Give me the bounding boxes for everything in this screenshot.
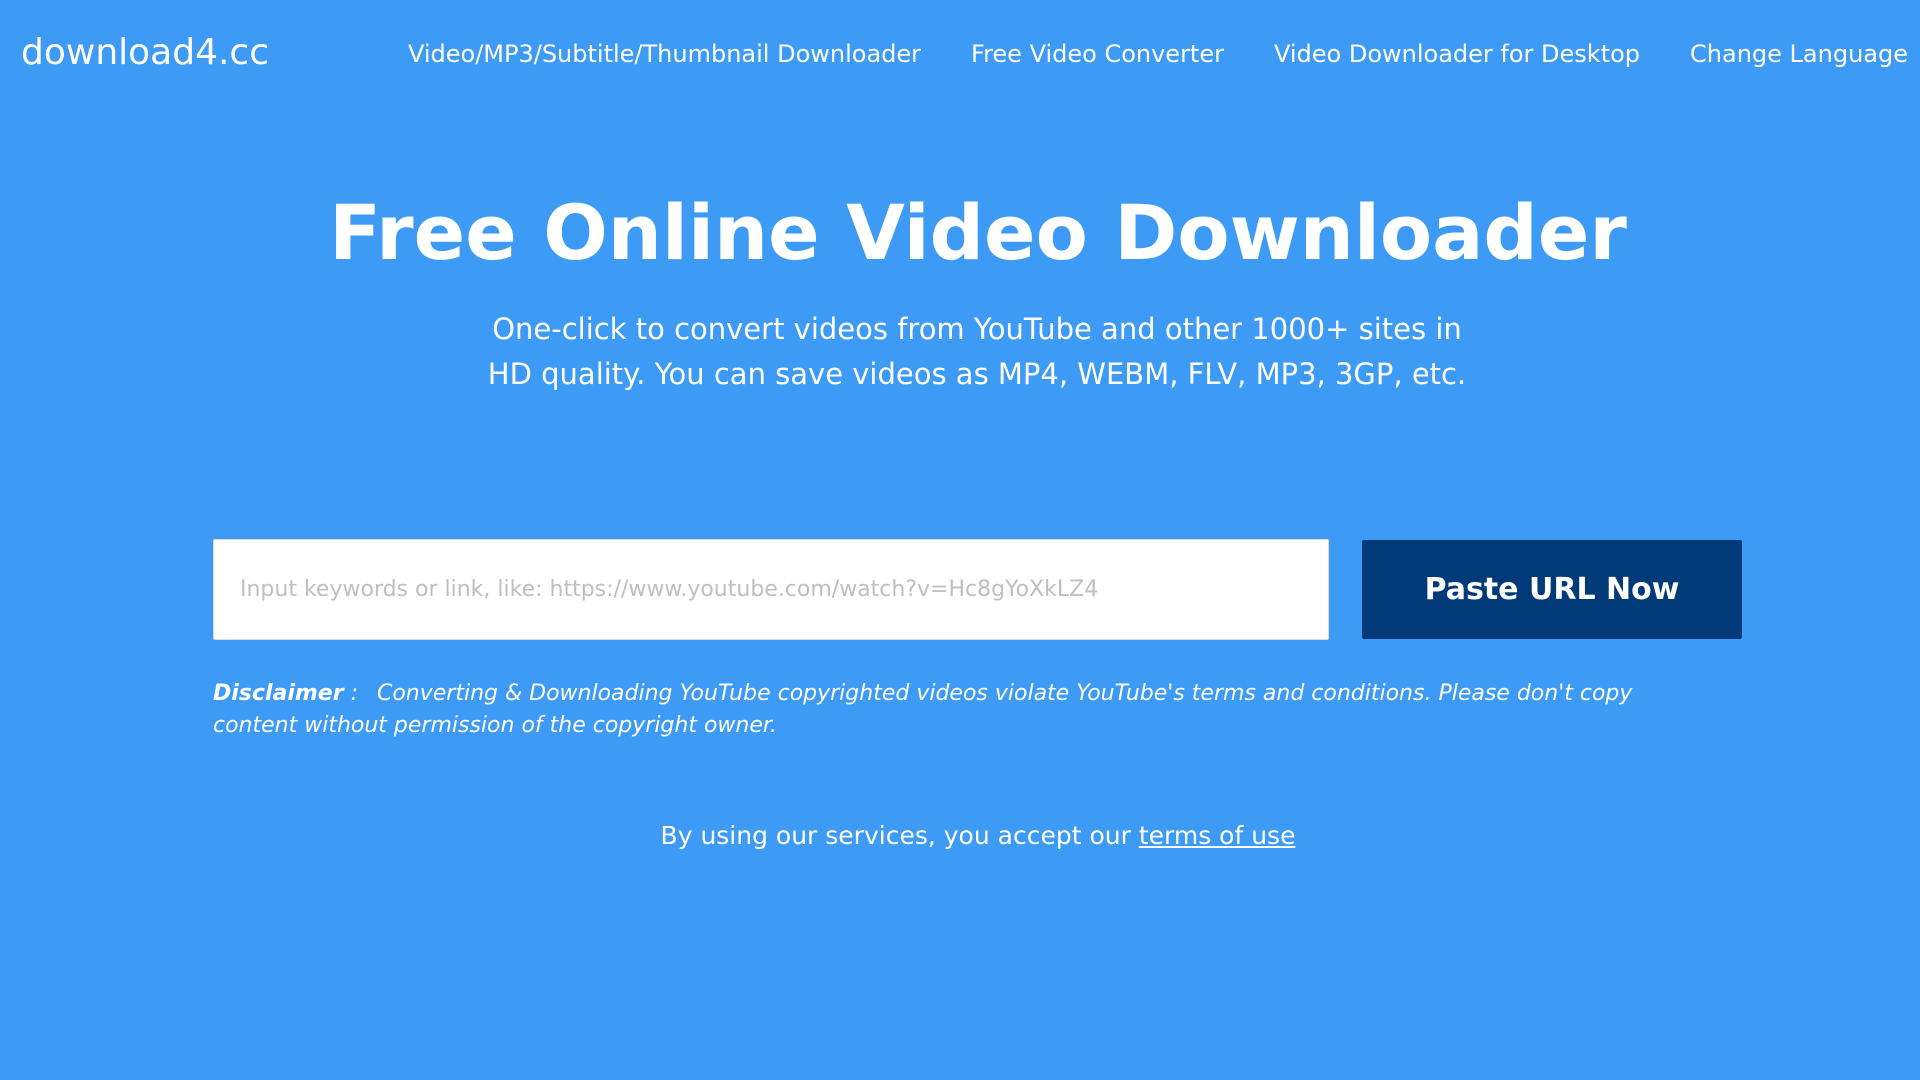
terms-prefix: By using our services, you accept our [660,821,1139,850]
nav-link-change-language[interactable]: Change Language [1690,36,1908,72]
page-subtitle: One-click to convert videos from YouTube… [487,312,1467,391]
page-title: Free Online Video Downloader [329,188,1627,277]
search-row: Paste URL Now [213,539,1742,640]
paste-url-button[interactable]: Paste URL Now [1362,540,1742,639]
disclaimer: Disclaimer : Converting & Downloading Yo… [213,678,1713,742]
terms-of-use-link[interactable]: terms of use [1139,821,1296,850]
nav-link-converter[interactable]: Free Video Converter [971,36,1224,72]
disclaimer-label: Disclaimer [213,681,344,706]
nav-link-downloader[interactable]: Video/MP3/Subtitle/Thumbnail Downloader [408,36,921,72]
main-nav: Video/MP3/Subtitle/Thumbnail Downloader … [408,36,1908,72]
terms-notice: By using our services, you accept our te… [0,818,1920,854]
disclaimer-separator: : [350,681,358,706]
url-search-input[interactable] [213,539,1329,640]
disclaimer-text: Converting & Downloading YouTube copyrig… [213,681,1633,738]
site-logo[interactable]: download4.cc [21,28,269,78]
nav-link-desktop-downloader[interactable]: Video Downloader for Desktop [1274,36,1640,72]
top-navbar: download4.cc Video/MP3/Subtitle/Thumbnai… [0,0,1920,110]
